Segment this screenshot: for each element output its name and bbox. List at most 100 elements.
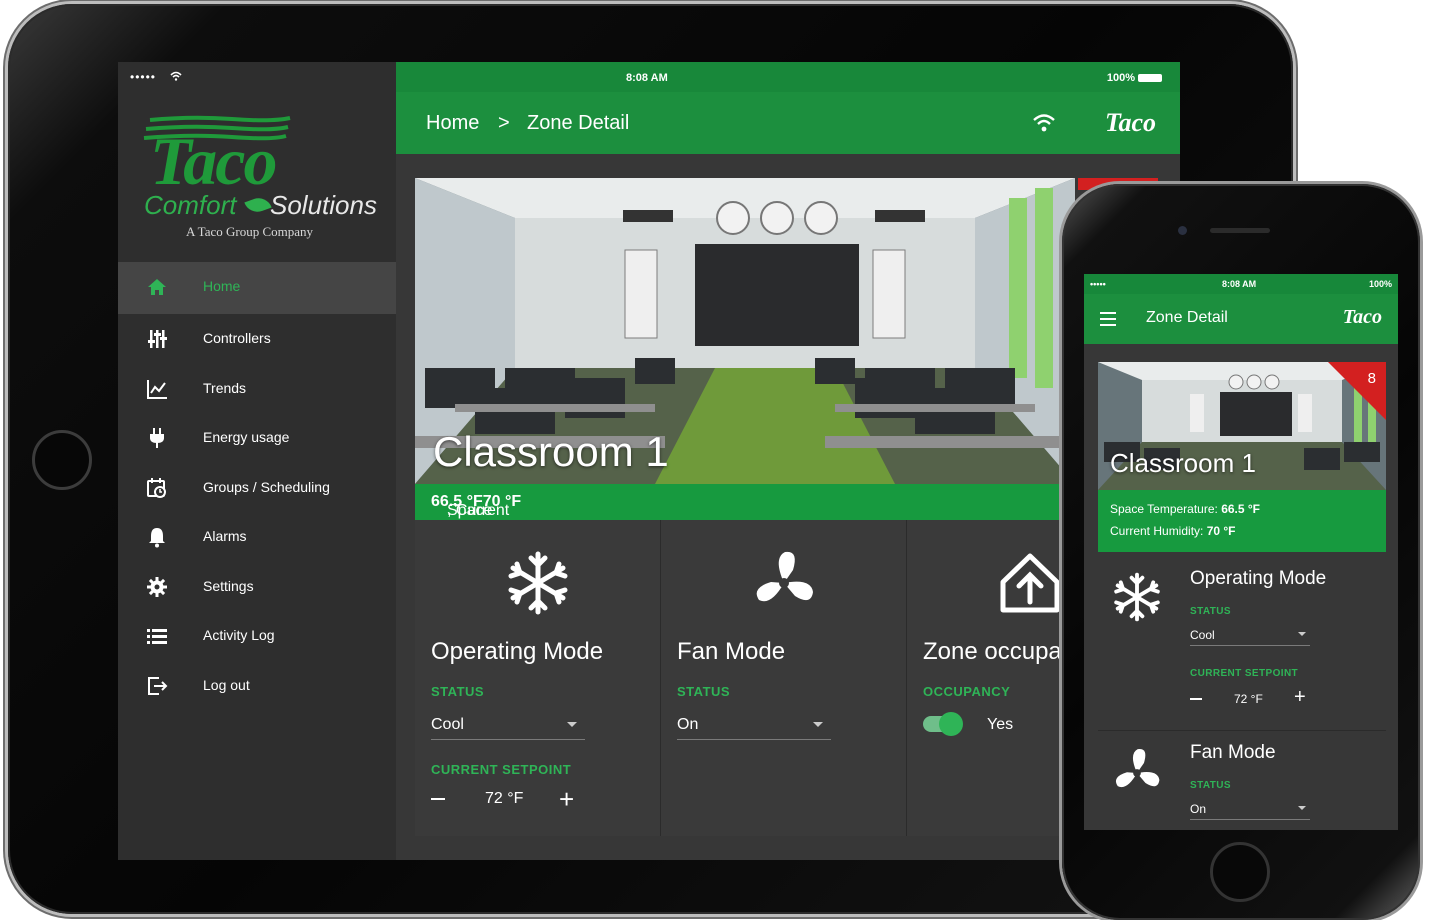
status-label: STATUS: [1190, 606, 1231, 617]
chevron-down-icon: [1298, 632, 1306, 636]
sliders-icon: [148, 330, 167, 348]
setpoint-label: CURRENT SETPOINT: [431, 762, 572, 777]
logo-tagline: A Taco Group Company: [186, 224, 314, 239]
fan-mode-select[interactable]: On: [677, 712, 831, 740]
card-title: Zone occupa: [923, 638, 1062, 665]
breadcrumb-home[interactable]: Home: [426, 112, 479, 135]
room-image: Classroom 1: [415, 178, 1075, 484]
increase-setpoint-button[interactable]: +: [1294, 686, 1306, 709]
sidebar-item-groups-scheduling[interactable]: Groups / Scheduling: [118, 463, 396, 513]
bell-icon: [149, 528, 165, 548]
select-value: Cool: [431, 716, 464, 733]
chevron-down-icon: [1298, 806, 1306, 810]
chevron-down-icon: [813, 722, 823, 727]
taco-comfort-solutions-logo: Taco Comfort Solutions A Taco Group Comp…: [142, 114, 377, 242]
earpiece-speaker: [1210, 228, 1270, 233]
sidebar-item-label: Trends: [203, 379, 247, 396]
phone-home-button[interactable]: [1210, 842, 1270, 902]
decrease-setpoint-button[interactable]: [431, 798, 445, 800]
operating-mode-select[interactable]: Cool: [431, 712, 585, 740]
setpoint-stepper: 72 °F +: [431, 786, 591, 818]
operating-mode-card: Operating Mode STATUS Cool CURRENT SETPO…: [415, 520, 661, 836]
increase-setpoint-button[interactable]: +: [559, 786, 574, 812]
sidebar-item-home[interactable]: Home: [118, 262, 396, 314]
home-upload-icon: [1000, 553, 1060, 613]
sidebar: ••••• Taco Comfort Solutions A Taco Grou…: [118, 62, 396, 860]
setpoint-stepper: 72 °F +: [1190, 686, 1310, 710]
sidebar-item-controllers[interactable]: Controllers: [118, 314, 396, 364]
temp-label: Space Temperature:: [1110, 502, 1222, 516]
card-title: Fan Mode: [677, 638, 786, 665]
logo-comfort-text: Comfort: [144, 190, 237, 220]
setpoint-label: CURRENT SETPOINT: [1190, 668, 1299, 679]
tablet-screen: ••••• Taco Comfort Solutions A Taco Grou…: [118, 62, 1180, 860]
card-title: Operating Mode: [1190, 568, 1327, 589]
breadcrumb-separator: >: [498, 112, 510, 134]
sidebar-item-trends[interactable]: Trends: [118, 364, 396, 414]
wifi-status-icon: [170, 71, 182, 81]
alert-count: 8: [1367, 370, 1376, 387]
app-header: 8:08 AM 100% Home > Zone Detail Taco: [396, 62, 1180, 154]
status-time: 8:08 AM: [626, 72, 668, 84]
battery-percent: 100%: [1106, 72, 1135, 84]
status-label: STATUS: [1190, 780, 1231, 791]
room-status-banner: Space Temperature: 66.5 °F, Current Humi…: [415, 484, 1075, 537]
calendar-clock-icon: [147, 477, 166, 498]
room-conditions-text: Space Temperature: 66.5 °F, Current Humi…: [431, 493, 541, 537]
sidebar-item-alarms[interactable]: Alarms: [118, 512, 396, 562]
front-camera: [1178, 226, 1187, 235]
fan-mode-card: Fan Mode STATUS On: [661, 520, 907, 836]
card-title: Operating Mode: [431, 638, 604, 665]
sidebar-item-activity-log[interactable]: Activity Log: [118, 611, 396, 661]
sidebar-nav: Home Controllers Trends Energy usage Gro…: [118, 262, 396, 710]
select-value: On: [1190, 802, 1207, 816]
tablet-home-button[interactable]: [32, 430, 92, 490]
sidebar-item-log-out[interactable]: Log out: [118, 661, 396, 711]
battery-indicator: 100%: [1107, 72, 1162, 84]
sidebar-item-energy-usage[interactable]: Energy usage: [118, 413, 396, 463]
temp-line: Space Temperature: 66.5 °F: [1110, 502, 1260, 516]
page-title: Zone Detail: [1146, 309, 1228, 326]
phone-status-bar: ••••• 8:08 AM 100%: [1084, 274, 1398, 294]
phone-device: ••••• 8:08 AM 100% Zone Detail Taco 8 Cl…: [1062, 184, 1420, 920]
alert-badge[interactable]: [1328, 362, 1386, 420]
status-label: STATUS: [431, 684, 485, 699]
battery-icon: [1138, 74, 1162, 83]
home-icon: [148, 279, 166, 295]
fan-mode-card: Fan Mode STATUS On: [1098, 730, 1386, 830]
phone-screen: ••••• 8:08 AM 100% Zone Detail Taco 8 Cl…: [1084, 274, 1398, 830]
humidity-value: 70 °F: [1206, 524, 1236, 538]
card-title: Fan Mode: [1190, 742, 1276, 763]
fan-mode-select[interactable]: On: [1190, 800, 1310, 820]
occupancy-value: Yes: [987, 716, 1014, 733]
sidebar-item-label: Log out: [203, 676, 250, 693]
setpoint-value: 72 °F: [485, 790, 524, 807]
humidity-line: Current Humidity: 70 °F: [1110, 524, 1236, 538]
hamburger-menu-icon[interactable]: [1100, 312, 1116, 326]
snowflake-icon: [1114, 572, 1160, 622]
occupancy-toggle[interactable]: [923, 712, 963, 736]
status-bar-left: •••••: [118, 62, 396, 92]
decrease-setpoint-button[interactable]: [1190, 698, 1202, 700]
signal-indicator: •••••: [1090, 279, 1106, 289]
sidebar-item-settings[interactable]: Settings: [118, 562, 396, 612]
wifi-icon[interactable]: [1032, 112, 1056, 134]
logout-icon: [148, 676, 168, 695]
setpoint-value: 72 °F: [1234, 692, 1263, 706]
sidebar-item-label: Groups / Scheduling: [203, 478, 330, 495]
snowflake-icon: [508, 551, 568, 615]
status-time: 8:08 AM: [1222, 279, 1257, 289]
room-image: 8 Classroom 1: [1098, 362, 1386, 490]
chevron-down-icon: [567, 722, 577, 727]
room-status-banner: Space Temperature: 66.5 °F Current Humid…: [1098, 490, 1386, 552]
toggle-knob: [939, 712, 963, 736]
operating-mode-select[interactable]: Cool: [1190, 626, 1310, 646]
select-value: Cool: [1190, 628, 1215, 642]
header-logo: Taco: [1104, 108, 1156, 137]
header-logo: Taco: [1342, 306, 1382, 328]
status-bar: 8:08 AM 100%: [396, 62, 1180, 92]
device-mockup: ••••• Taco Comfort Solutions A Taco Grou…: [0, 0, 1429, 920]
status-label: STATUS: [677, 684, 731, 699]
plug-icon: [150, 428, 164, 448]
sidebar-item-label: Energy usage: [203, 429, 290, 445]
